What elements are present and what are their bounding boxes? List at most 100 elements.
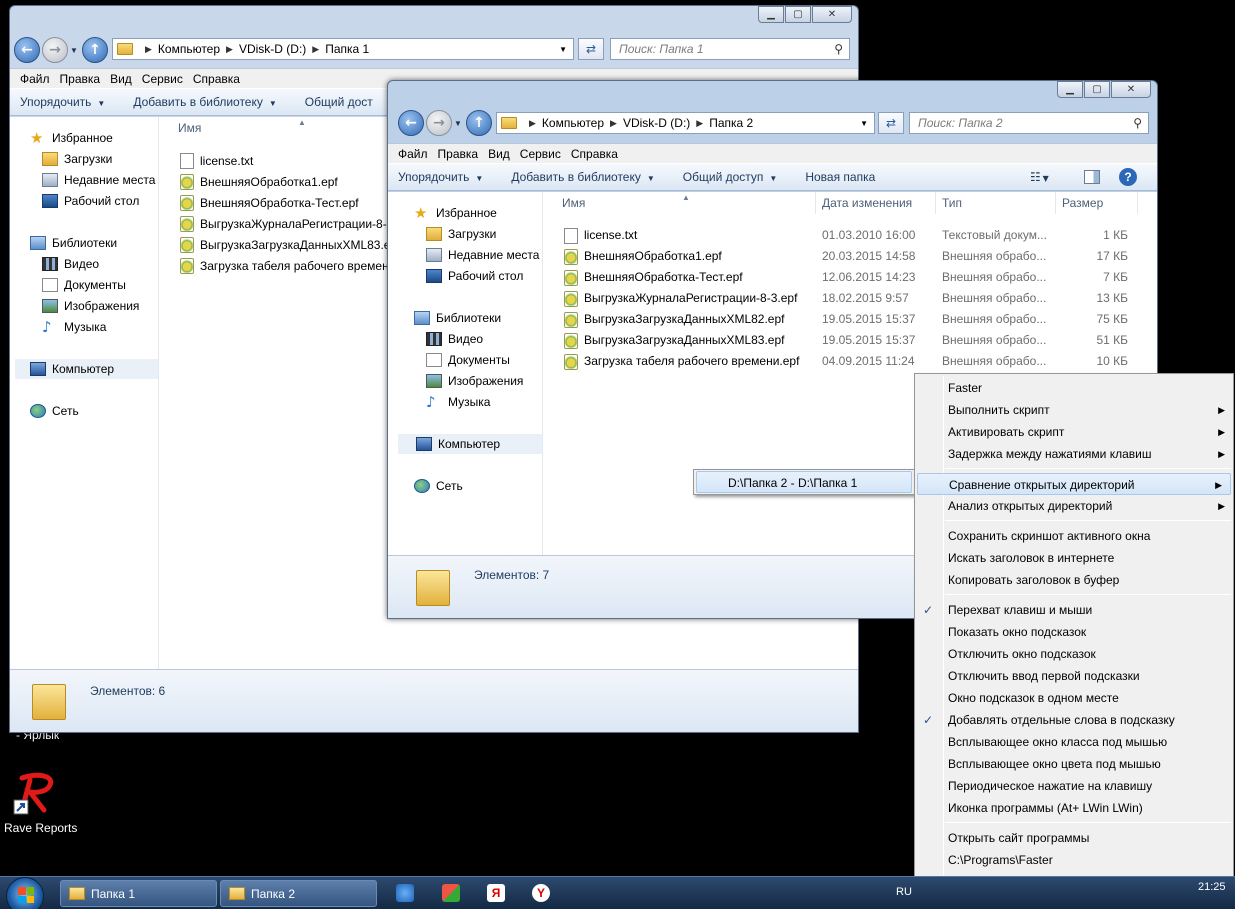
share-button[interactable]: Общий дост	[305, 95, 373, 109]
nav-video[interactable]: Видео	[42, 254, 99, 274]
add-to-library-button[interactable]: Добавить в библиотеку ▼	[133, 95, 276, 109]
organize-button[interactable]: Упорядочить ▼	[20, 95, 105, 109]
menu-item[interactable]: Активировать скрипт ▶	[915, 421, 1233, 443]
add-to-library-button[interactable]: Добавить в библиотеку ▼	[511, 170, 654, 184]
file-row[interactable]: ВнешняяОбработка1.epf	[180, 171, 338, 192]
nav-computer[interactable]: Компьютер	[398, 434, 542, 454]
search-icon[interactable]: ⚲	[1133, 113, 1142, 133]
share-button[interactable]: Общий доступ ▼	[683, 170, 778, 184]
menu-view[interactable]: Вид	[488, 147, 510, 161]
file-row[interactable]: Загрузка табеля рабочего времени.epf	[180, 255, 415, 276]
close-button[interactable]: ✕	[812, 6, 852, 23]
forward-icon[interactable]: →	[42, 37, 68, 63]
menu-edit[interactable]: Правка	[438, 147, 479, 161]
menu-help[interactable]: Справка	[193, 72, 240, 86]
file-row[interactable]: ВнешняяОбработка1.epf 20.03.2015 14:58 Вне…	[564, 246, 1134, 267]
clock[interactable]: 21:25	[1198, 881, 1226, 893]
column-header-name[interactable]: Имя	[544, 192, 816, 214]
search-input[interactable]: Поиск: Папка 1 ⚲	[610, 38, 850, 60]
menu-item[interactable]: C:\Programs\Faster	[915, 849, 1233, 871]
nav-video[interactable]: Видео	[426, 329, 483, 349]
menu-item[interactable]: Выполнить скрипт ▶	[915, 399, 1233, 421]
menu-item[interactable]: Отключить ввод первой подсказки	[915, 665, 1233, 687]
close-button[interactable]: ✕	[1111, 81, 1151, 98]
file-row[interactable]: ВыгрузкаЖурналаРегистрации-8-3.epf 18.02.…	[564, 288, 1134, 309]
nav-libraries[interactable]: Библиотеки	[30, 233, 117, 253]
menu-item[interactable]: Показать окно подсказок	[915, 621, 1233, 643]
chevron-right-icon[interactable]: ▶	[312, 44, 319, 55]
menu-item[interactable]: ✓ Перехват клавиш и мыши	[915, 599, 1233, 621]
hand-icon[interactable]	[396, 884, 414, 902]
up-icon[interactable]: ↑	[82, 37, 108, 63]
taskbar-button-folder2[interactable]: Папка 2	[220, 880, 377, 907]
taskbar-button-folder1[interactable]: Папка 1	[60, 880, 217, 907]
menu-service[interactable]: Сервис	[520, 147, 561, 161]
submenu-item-compare-pair[interactable]: D:\Папка 2 - D:\Папка 1	[696, 471, 912, 493]
menu-item[interactable]: Открыть сайт программы	[915, 827, 1233, 849]
nav-favorites[interactable]: ★ Избранное	[414, 203, 497, 223]
menu-help[interactable]: Справка	[571, 147, 618, 161]
menu-edit[interactable]: Правка	[60, 72, 101, 86]
nav-images[interactable]: Изображения	[42, 296, 139, 316]
maximize-button[interactable]: ▢	[785, 6, 811, 23]
organize-button[interactable]: Упорядочить ▼	[398, 170, 483, 184]
address-dropdown-icon[interactable]: ▼	[860, 119, 868, 128]
forward-icon[interactable]: →	[426, 110, 452, 136]
nav-documents[interactable]: Документы	[426, 350, 510, 370]
nav-recent[interactable]: Недавние места	[42, 170, 155, 190]
file-row[interactable]: license.txt	[180, 150, 253, 171]
breadcrumb-folder[interactable]: Папка 1	[325, 42, 369, 56]
breadcrumb-drive[interactable]: VDisk-D (D:)	[239, 42, 306, 56]
menu-item[interactable]: Искать заголовок в интернете	[915, 547, 1233, 569]
nav-documents[interactable]: Документы	[42, 275, 126, 295]
history-dropdown-icon[interactable]: ▼	[70, 46, 78, 55]
chevron-right-icon[interactable]: ▶	[529, 118, 536, 129]
nav-network[interactable]: Сеть	[414, 476, 463, 496]
chevron-right-icon[interactable]: ▶	[696, 118, 703, 129]
app-tray-icon[interactable]	[442, 884, 460, 902]
column-header-date[interactable]: Дата изменения	[816, 192, 936, 214]
maximize-button[interactable]: ▢	[1084, 81, 1110, 98]
nav-desktop[interactable]: Рабочий стол	[42, 191, 139, 211]
chevron-right-icon[interactable]: ▶	[610, 118, 617, 129]
menu-view[interactable]: Вид	[110, 72, 132, 86]
help-icon[interactable]: ?	[1119, 168, 1137, 186]
address-field[interactable]: ▶ Компьютер ▶ VDisk-D (D:) ▶ Папка 2 ▼	[496, 112, 875, 134]
minimize-button[interactable]: ▁	[758, 6, 784, 23]
file-row[interactable]: ВыгрузкаЗагрузкаДанныхXML83.epf 19.05.201…	[564, 330, 1134, 351]
refresh-icon[interactable]: ⇄	[578, 38, 604, 60]
breadcrumb-computer[interactable]: Компьютер	[542, 116, 604, 130]
preview-pane-icon[interactable]	[1084, 170, 1100, 184]
rave-reports-label[interactable]: Rave Reports	[4, 821, 77, 835]
menu-item[interactable]: Сохранить скриншот активного окна	[915, 525, 1233, 547]
nav-music[interactable]: ♪ Музыка	[426, 392, 490, 412]
nav-music[interactable]: ♪ Музыка	[42, 317, 106, 337]
history-dropdown-icon[interactable]: ▼	[454, 119, 462, 128]
file-row[interactable]: ВыгрузкаЗагрузкаДанныхXML82.epf 19.05.201…	[564, 309, 1134, 330]
menu-service[interactable]: Сервис	[142, 72, 183, 86]
chevron-right-icon[interactable]: ▶	[145, 44, 152, 55]
column-header-size[interactable]: Размер	[1056, 192, 1138, 214]
breadcrumb-drive[interactable]: VDisk-D (D:)	[623, 116, 690, 130]
nav-libraries[interactable]: Библиотеки	[414, 308, 501, 328]
menu-item[interactable]: Faster	[915, 377, 1233, 399]
menu-item[interactable]: Всплывающее окно цвета под мышью	[915, 753, 1233, 775]
menu-item[interactable]: Периодическое нажатие на клавишу	[915, 775, 1233, 797]
nav-computer[interactable]: Компьютер	[15, 359, 158, 379]
nav-downloads[interactable]: Загрузки	[42, 149, 112, 169]
breadcrumb-computer[interactable]: Компьютер	[158, 42, 220, 56]
view-options-icon[interactable]: ☷ ▼	[1030, 170, 1049, 184]
nav-images[interactable]: Изображения	[426, 371, 523, 391]
menu-file[interactable]: Файл	[398, 147, 428, 161]
file-row[interactable]: license.txt 01.03.2010 16:00 Текстовый док…	[564, 225, 1134, 246]
nav-favorites[interactable]: ★ Избранное	[30, 128, 113, 148]
nav-desktop[interactable]: Рабочий стол	[426, 266, 523, 286]
menu-item[interactable]: Окно подсказок в одном месте	[915, 687, 1233, 709]
menu-item[interactable]: ✓ Добавлять отдельные слова в подсказку	[915, 709, 1233, 731]
back-icon[interactable]: ←	[398, 110, 424, 136]
menu-item[interactable]: Сравнение открытых директорий ▶	[917, 473, 1231, 495]
menu-item[interactable]: Копировать заголовок в буфер	[915, 569, 1233, 591]
yandex-icon[interactable]: Я	[487, 884, 505, 902]
minimize-button[interactable]: ▁	[1057, 81, 1083, 98]
nav-recent[interactable]: Недавние места	[426, 245, 539, 265]
